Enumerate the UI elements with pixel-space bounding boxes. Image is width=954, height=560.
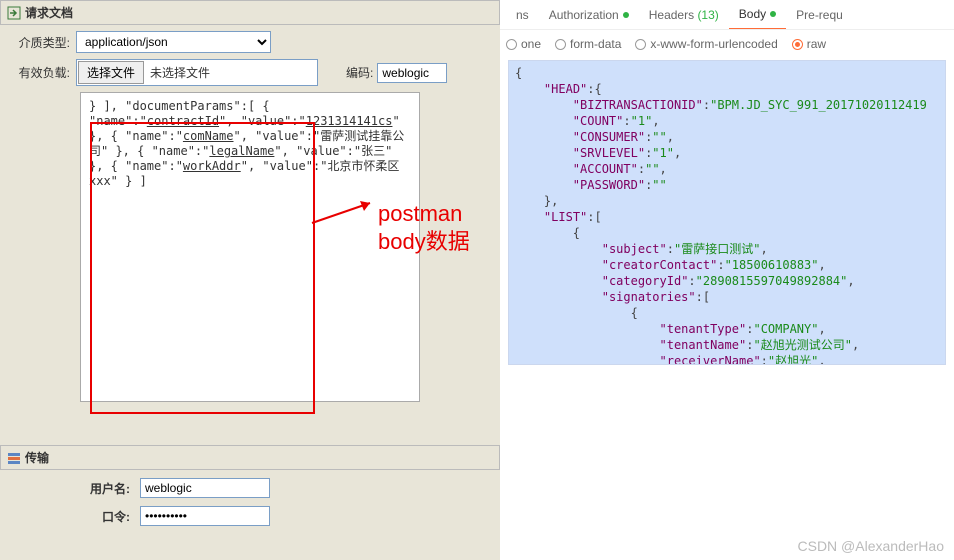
tab-prerequest[interactable]: Pre-requ <box>786 0 853 30</box>
postman-body-editor[interactable]: { "HEAD":{ "BIZTRANSACTIONID":"BPM.JD_SY… <box>508 60 946 365</box>
media-type-select[interactable]: application/json <box>76 31 271 53</box>
tab-body[interactable]: Body <box>729 0 786 30</box>
postman-tabs: ns Authorization Headers (13) Body Pre-r… <box>500 0 954 30</box>
dot-icon <box>770 11 776 17</box>
tab-authorization[interactable]: Authorization <box>539 0 639 30</box>
tab-partial[interactable]: ns <box>506 0 539 30</box>
dot-icon <box>623 12 629 18</box>
transfer-icon <box>7 451 21 465</box>
username-label: 用户名: <box>10 480 130 497</box>
password-input[interactable] <box>140 506 270 526</box>
request-doc-header: 请求文档 <box>0 0 500 25</box>
media-type-label: 介质类型: <box>10 34 70 51</box>
radio-urlencoded[interactable]: x-www-form-urlencoded <box>635 37 777 51</box>
encoding-label: 编码: <box>346 64 373 81</box>
tab-headers[interactable]: Headers (13) <box>639 0 729 30</box>
watermark: CSDN @AlexanderHao <box>798 538 945 554</box>
radio-none-partial[interactable]: one <box>506 37 541 51</box>
arrow-in-icon <box>7 6 21 20</box>
payload-json-textarea[interactable]: } ], "documentParams":[ { "name":"contra… <box>80 92 420 402</box>
transfer-title: 传输 <box>25 449 49 466</box>
no-file-text: 未选择文件 <box>146 62 316 83</box>
encoding-input[interactable] <box>377 63 447 83</box>
radio-raw[interactable]: raw <box>792 37 826 51</box>
radio-form-data[interactable]: form-data <box>555 37 621 51</box>
password-label: 口令: <box>10 508 130 525</box>
transfer-header: 传输 <box>0 445 500 470</box>
username-input[interactable] <box>140 478 270 498</box>
request-doc-title: 请求文档 <box>25 4 73 21</box>
payload-label: 有效负载: <box>10 64 70 81</box>
body-type-row: one form-data x-www-form-urlencoded raw <box>500 30 954 58</box>
choose-file-button[interactable]: 选择文件 <box>78 61 144 84</box>
